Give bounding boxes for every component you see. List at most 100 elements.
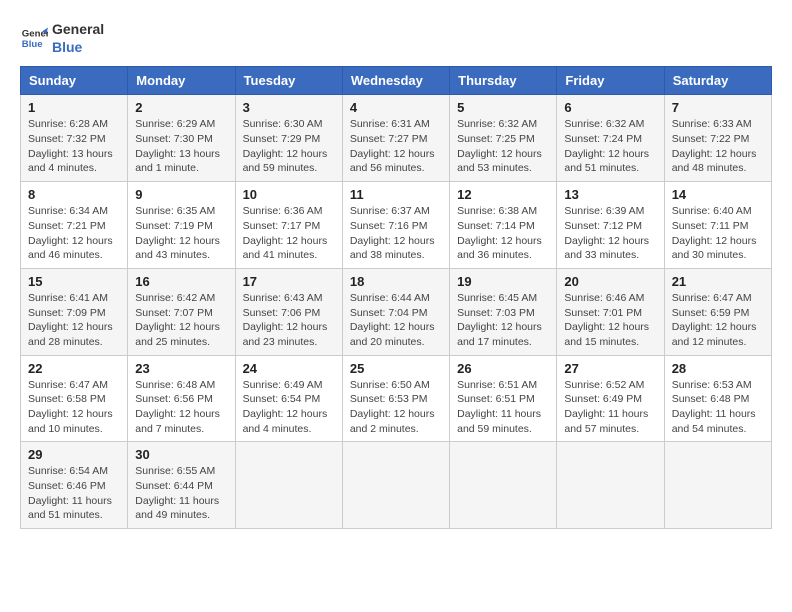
calendar-day-24: 24Sunrise: 6:49 AMSunset: 6:54 PMDayligh… xyxy=(235,355,342,442)
calendar-day-1: 1 Sunrise: 6:28 AMSunset: 7:32 PMDaylight… xyxy=(21,95,128,182)
day-number: 7 xyxy=(672,100,764,115)
day-info: Sunrise: 6:31 AMSunset: 7:27 PMDaylight:… xyxy=(350,117,442,176)
day-info: Sunrise: 6:47 AMSunset: 6:58 PMDaylight:… xyxy=(28,378,120,437)
calendar-day-3: 3 Sunrise: 6:30 AMSunset: 7:29 PMDaylight… xyxy=(235,95,342,182)
calendar-day-13: 13 Sunrise: 6:39 AMSunset: 7:12 PMDayligh… xyxy=(557,182,664,269)
day-number: 18 xyxy=(350,274,442,289)
day-info: Sunrise: 6:34 AMSunset: 7:21 PMDaylight:… xyxy=(28,204,120,263)
day-info: Sunrise: 6:47 AMSunset: 6:59 PMDaylight:… xyxy=(672,291,764,350)
calendar-header-wednesday: Wednesday xyxy=(342,67,449,95)
calendar-day-14: 14 Sunrise: 6:40 AMSunset: 7:11 PMDayligh… xyxy=(664,182,771,269)
calendar-day-19: 19 Sunrise: 6:45 AMSunset: 7:03 PMDayligh… xyxy=(450,268,557,355)
page-header: General Blue General Blue xyxy=(20,20,772,56)
day-number: 6 xyxy=(564,100,656,115)
svg-text:General: General xyxy=(22,28,48,39)
day-number: 13 xyxy=(564,187,656,202)
calendar-day-4: 4 Sunrise: 6:31 AMSunset: 7:27 PMDaylight… xyxy=(342,95,449,182)
day-number: 3 xyxy=(243,100,335,115)
calendar-header-tuesday: Tuesday xyxy=(235,67,342,95)
calendar-day-25: 25Sunrise: 6:50 AMSunset: 6:53 PMDayligh… xyxy=(342,355,449,442)
day-info: Sunrise: 6:38 AMSunset: 7:14 PMDaylight:… xyxy=(457,204,549,263)
day-number: 9 xyxy=(135,187,227,202)
day-info: Sunrise: 6:53 AMSunset: 6:48 PMDaylight:… xyxy=(672,378,764,437)
day-info: Sunrise: 6:30 AMSunset: 7:29 PMDaylight:… xyxy=(243,117,335,176)
logo-text: General Blue xyxy=(52,20,104,56)
day-number: 16 xyxy=(135,274,227,289)
calendar-week-5: 29 Sunrise: 6:54 AMSunset: 6:46 PMDayligh… xyxy=(21,442,772,529)
day-info: Sunrise: 6:51 AMSunset: 6:51 PMDaylight:… xyxy=(457,378,549,437)
calendar-day-8: 8 Sunrise: 6:34 AMSunset: 7:21 PMDaylight… xyxy=(21,182,128,269)
calendar-day-20: 20Sunrise: 6:46 AMSunset: 7:01 PMDayligh… xyxy=(557,268,664,355)
calendar-day-10: 10 Sunrise: 6:36 AMSunset: 7:17 PMDayligh… xyxy=(235,182,342,269)
empty-cell xyxy=(664,442,771,529)
day-number: 23 xyxy=(135,361,227,376)
calendar-week-1: 1 Sunrise: 6:28 AMSunset: 7:32 PMDaylight… xyxy=(21,95,772,182)
calendar-table: SundayMondayTuesdayWednesdayThursdayFrid… xyxy=(20,66,772,529)
day-info: Sunrise: 6:39 AMSunset: 7:12 PMDaylight:… xyxy=(564,204,656,263)
calendar-header-saturday: Saturday xyxy=(664,67,771,95)
svg-text:Blue: Blue xyxy=(22,39,43,50)
day-info: Sunrise: 6:29 AMSunset: 7:30 PMDaylight:… xyxy=(135,117,227,176)
day-info: Sunrise: 6:54 AMSunset: 6:46 PMDaylight:… xyxy=(28,464,120,523)
day-info: Sunrise: 6:55 AMSunset: 6:44 PMDaylight:… xyxy=(135,464,227,523)
day-number: 14 xyxy=(672,187,764,202)
logo-icon: General Blue xyxy=(20,24,48,52)
day-number: 22 xyxy=(28,361,120,376)
day-info: Sunrise: 6:28 AMSunset: 7:32 PMDaylight:… xyxy=(28,117,120,176)
calendar-header-thursday: Thursday xyxy=(450,67,557,95)
empty-cell xyxy=(235,442,342,529)
day-info: Sunrise: 6:40 AMSunset: 7:11 PMDaylight:… xyxy=(672,204,764,263)
calendar-day-23: 23 Sunrise: 6:48 AMSunset: 6:56 PMDayligh… xyxy=(128,355,235,442)
day-info: Sunrise: 6:37 AMSunset: 7:16 PMDaylight:… xyxy=(350,204,442,263)
day-number: 17 xyxy=(243,274,335,289)
calendar-day-30: 30Sunrise: 6:55 AMSunset: 6:44 PMDayligh… xyxy=(128,442,235,529)
calendar-week-2: 8 Sunrise: 6:34 AMSunset: 7:21 PMDaylight… xyxy=(21,182,772,269)
calendar-day-26: 26 Sunrise: 6:51 AMSunset: 6:51 PMDayligh… xyxy=(450,355,557,442)
day-info: Sunrise: 6:33 AMSunset: 7:22 PMDaylight:… xyxy=(672,117,764,176)
calendar-day-7: 7 Sunrise: 6:33 AMSunset: 7:22 PMDaylight… xyxy=(664,95,771,182)
calendar-week-4: 22 Sunrise: 6:47 AMSunset: 6:58 PMDayligh… xyxy=(21,355,772,442)
calendar-day-15: 15 Sunrise: 6:41 AMSunset: 7:09 PMDayligh… xyxy=(21,268,128,355)
calendar-day-22: 22 Sunrise: 6:47 AMSunset: 6:58 PMDayligh… xyxy=(21,355,128,442)
calendar-day-27: 27Sunrise: 6:52 AMSunset: 6:49 PMDayligh… xyxy=(557,355,664,442)
day-number: 24 xyxy=(243,361,335,376)
day-number: 26 xyxy=(457,361,549,376)
day-info: Sunrise: 6:36 AMSunset: 7:17 PMDaylight:… xyxy=(243,204,335,263)
day-number: 15 xyxy=(28,274,120,289)
day-info: Sunrise: 6:32 AMSunset: 7:24 PMDaylight:… xyxy=(564,117,656,176)
calendar-header-monday: Monday xyxy=(128,67,235,95)
day-number: 1 xyxy=(28,100,120,115)
empty-cell xyxy=(450,442,557,529)
empty-cell xyxy=(342,442,449,529)
day-number: 10 xyxy=(243,187,335,202)
calendar-day-16: 16 Sunrise: 6:42 AMSunset: 7:07 PMDayligh… xyxy=(128,268,235,355)
day-number: 8 xyxy=(28,187,120,202)
day-info: Sunrise: 6:32 AMSunset: 7:25 PMDaylight:… xyxy=(457,117,549,176)
calendar-day-28: 28Sunrise: 6:53 AMSunset: 6:48 PMDayligh… xyxy=(664,355,771,442)
day-number: 4 xyxy=(350,100,442,115)
day-number: 12 xyxy=(457,187,549,202)
calendar-day-9: 9 Sunrise: 6:35 AMSunset: 7:19 PMDaylight… xyxy=(128,182,235,269)
logo: General Blue General Blue xyxy=(20,20,104,56)
calendar-header-row: SundayMondayTuesdayWednesdayThursdayFrid… xyxy=(21,67,772,95)
day-number: 29 xyxy=(28,447,120,462)
empty-cell xyxy=(557,442,664,529)
calendar-header-friday: Friday xyxy=(557,67,664,95)
calendar-day-2: 2 Sunrise: 6:29 AMSunset: 7:30 PMDaylight… xyxy=(128,95,235,182)
day-info: Sunrise: 6:46 AMSunset: 7:01 PMDaylight:… xyxy=(564,291,656,350)
day-info: Sunrise: 6:41 AMSunset: 7:09 PMDaylight:… xyxy=(28,291,120,350)
day-info: Sunrise: 6:42 AMSunset: 7:07 PMDaylight:… xyxy=(135,291,227,350)
calendar-day-5: 5Sunrise: 6:32 AMSunset: 7:25 PMDaylight… xyxy=(450,95,557,182)
day-info: Sunrise: 6:44 AMSunset: 7:04 PMDaylight:… xyxy=(350,291,442,350)
calendar-day-18: 18 Sunrise: 6:44 AMSunset: 7:04 PMDayligh… xyxy=(342,268,449,355)
day-info: Sunrise: 6:45 AMSunset: 7:03 PMDaylight:… xyxy=(457,291,549,350)
day-number: 11 xyxy=(350,187,442,202)
calendar-day-12: 12 Sunrise: 6:38 AMSunset: 7:14 PMDayligh… xyxy=(450,182,557,269)
day-info: Sunrise: 6:43 AMSunset: 7:06 PMDaylight:… xyxy=(243,291,335,350)
day-info: Sunrise: 6:35 AMSunset: 7:19 PMDaylight:… xyxy=(135,204,227,263)
day-info: Sunrise: 6:48 AMSunset: 6:56 PMDaylight:… xyxy=(135,378,227,437)
calendar-day-6: 6 Sunrise: 6:32 AMSunset: 7:24 PMDaylight… xyxy=(557,95,664,182)
calendar-header-sunday: Sunday xyxy=(21,67,128,95)
day-number: 19 xyxy=(457,274,549,289)
day-number: 2 xyxy=(135,100,227,115)
